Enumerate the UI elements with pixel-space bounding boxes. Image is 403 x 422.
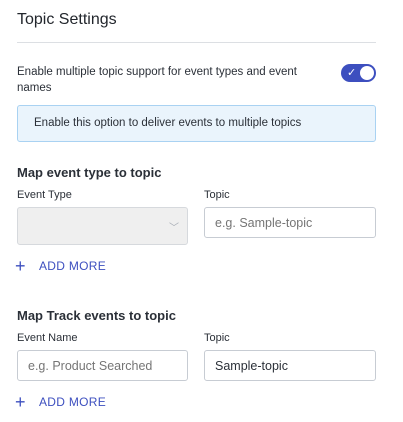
event-name-input[interactable]	[17, 350, 188, 381]
plus-icon: +	[15, 392, 26, 412]
event-type-topic-input[interactable]	[204, 207, 376, 238]
multi-topic-toggle[interactable]: ✓	[341, 64, 376, 82]
page-title: Topic Settings	[17, 11, 117, 28]
event-type-add-more-button[interactable]: + ADD MORE	[15, 256, 107, 276]
plus-icon: +	[15, 256, 26, 276]
track-topic-input[interactable]	[204, 350, 376, 381]
event-type-select[interactable]: ﹀	[17, 207, 188, 245]
event-name-label: Event Name	[17, 332, 78, 344]
check-icon: ✓	[347, 67, 357, 79]
toggle-knob	[360, 66, 374, 80]
multi-topic-label: Enable multiple topic support for event …	[17, 66, 298, 94]
track-add-more-button[interactable]: + ADD MORE	[15, 392, 107, 412]
info-banner: Enable this option to deliver events to …	[17, 105, 376, 142]
chevron-down-icon: ﹀	[169, 223, 179, 234]
multi-topic-row: Enable multiple topic support for event …	[17, 64, 376, 96]
track-topic-label: Topic	[204, 332, 230, 344]
event-type-section-title: Map event type to topic	[17, 165, 162, 180]
add-more-label: ADD MORE	[39, 395, 107, 409]
title-divider	[17, 42, 376, 43]
event-type-label: Event Type	[17, 189, 72, 201]
event-type-topic-label: Topic	[204, 189, 230, 201]
track-section-title: Map Track events to topic	[17, 308, 176, 323]
add-more-label: ADD MORE	[39, 259, 107, 273]
